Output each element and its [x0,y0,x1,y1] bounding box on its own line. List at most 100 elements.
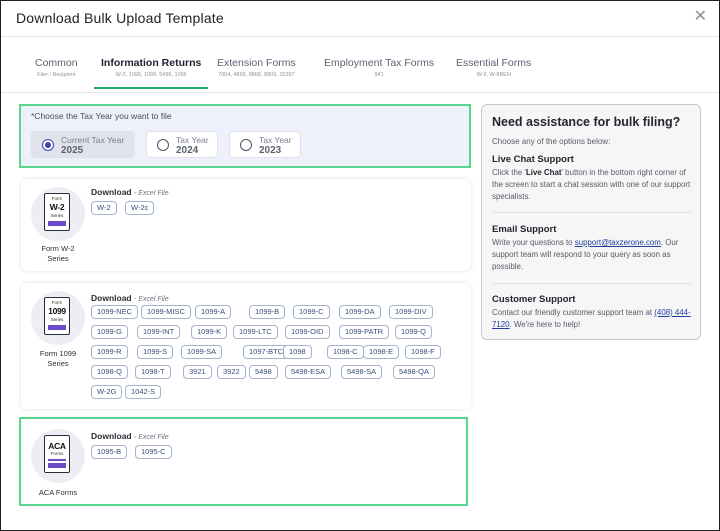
tax-year-option-title: Current Tax Year [61,135,125,145]
form-chip[interactable]: 1099-DA [339,305,381,319]
form-chip[interactable]: 1099-R [91,345,128,359]
file-type-text: - Excel File [133,190,169,197]
customer-support-text: Contact our friendly customer support te… [492,307,696,331]
close-icon[interactable]: ✕ [694,9,707,25]
form-chip[interactable]: 5498-ESA [285,365,332,379]
tax-year-option-year: 2023 [259,145,282,156]
assistance-title: Need assistance for bulk filing? [492,115,681,129]
form-chip[interactable]: 1099-B [249,305,286,319]
icon-text: Series [50,317,64,322]
assistance-subtitle: Choose any of the options below: [492,137,611,146]
form-chip[interactable]: 1098-Q [91,365,129,379]
tab-sublabel: Filer / Recipient [37,72,76,78]
form-chip[interactable]: 1099-S [137,345,174,359]
radio-icon[interactable] [157,139,169,151]
tab-sublabel: W-2, 1099, 1098, 5498, 1095 [115,72,187,78]
tax-year-option-title: Tax Year [176,135,209,145]
document-icon: Form 1099 Series [44,297,70,335]
tax-year-option-title: Tax Year [259,135,292,145]
tax-year-option-2023[interactable]: Tax Year 2023 [229,131,301,158]
form-chip[interactable]: 1099-DIV [389,305,433,319]
text: . We're here to help! [509,320,581,329]
download-label: Download - Excel File [91,293,169,303]
text: Write your questions to [492,238,573,247]
form-chip[interactable]: 5498 [249,365,278,379]
form-chip[interactable]: 1099-G [91,325,129,339]
email-link[interactable]: support@taxzerone.com [575,238,661,247]
form-chip[interactable]: 5498-SA [341,365,383,379]
form-name-line: Form 1099 [39,349,77,358]
tab-label: Common [35,57,78,69]
form-1099-card: Form 1099 Series Form 1099 Series Downlo… [21,283,471,409]
form-chip[interactable]: 1098 [283,345,312,359]
tax-year-option-year: 2024 [176,145,199,156]
form-chip[interactable]: 1099-SA [181,345,223,359]
form-chip[interactable]: W-2 [91,201,117,215]
form-name: Form 1099 Series [23,349,93,369]
tab-essential-forms[interactable]: Essential Forms W-9, W-8BEN [456,57,531,78]
modal-title: Download Bulk Upload Template [16,10,224,26]
assistance-panel: Need assistance for bulk filing? Choose … [481,104,701,340]
form-chip[interactable]: 1042-S [125,385,162,399]
form-chip[interactable]: W-2c [125,201,155,215]
radio-selected-icon[interactable] [42,139,54,151]
tab-sublabel: W-9, W-8BEN [476,72,511,78]
form-name-line: Series [47,359,69,368]
form-w2-card: Form W-2 Series Form W-2 Series Download… [21,179,471,271]
text: Click the ' [492,168,526,177]
form-chip[interactable]: 1098-F [405,345,441,359]
form-chip[interactable]: 3921 [183,365,212,379]
aca-highlight [19,417,468,506]
icon-text: Series [50,213,64,218]
download-text: Download [91,293,132,303]
form-chip[interactable]: 3922 [217,365,246,379]
email-text: Write your questions to support@taxzeron… [492,237,696,273]
tab-label: Employment Tax Forms [324,57,435,69]
tab-extension-forms[interactable]: Extension Forms 7004, 4868, 8868, 8809, … [217,57,296,78]
form-chip[interactable]: 1099-NEC [91,305,139,319]
tab-label: Information Returns [101,57,202,69]
form-w2-icon: Form W-2 Series [31,187,85,241]
icon-text: 1099 [48,306,66,316]
icon-text: Form [51,300,63,305]
tab-label: Essential Forms [456,57,532,69]
icon-bar [48,221,66,226]
form-chip[interactable]: W-2G [91,385,123,399]
form-category-tabs: Common Filer / Recipient Information Ret… [1,37,719,93]
tab-common[interactable]: Common Filer / Recipient [35,57,78,78]
radio-icon[interactable] [240,139,252,151]
form-chip[interactable]: 1099-A [195,305,232,319]
form-chip[interactable]: 1099-MISC [141,305,191,319]
live-chat-heading: Live Chat Support [492,154,574,165]
icon-text: W-2 [49,202,65,212]
tax-year-option-2025[interactable]: Current Tax Year 2025 [31,131,135,158]
form-chip[interactable]: 1099-LTC [233,325,278,339]
tax-year-panel: *Choose the Tax Year you want to file Cu… [19,104,471,168]
tab-information-returns[interactable]: Information Returns W-2, 1099, 1098, 549… [93,57,209,89]
form-chip[interactable]: 1099-INT [137,325,181,339]
tab-sublabel: 7004, 4868, 8868, 8809, 15397 [218,72,295,78]
tax-year-option-year: 2025 [61,145,84,156]
form-chip[interactable]: 1098-C [327,345,364,359]
tax-year-option-2024[interactable]: Tax Year 2024 [146,131,218,158]
live-chat-text: Click the 'Live Chat' button in the bott… [492,167,696,203]
document-icon: Form W-2 Series [44,193,70,231]
text: Contact our friendly customer support te… [492,308,653,317]
tab-sublabel: 941 [374,72,384,78]
file-type-text: - Excel File [133,296,169,303]
form-chip[interactable]: 1098-E [363,345,400,359]
form-chip[interactable]: 1099-PATR [339,325,390,339]
form-name-line: Form W-2 [41,244,75,253]
tab-employment-tax-forms[interactable]: Employment Tax Forms 941 [324,57,434,78]
form-chip[interactable]: 1098-T [135,365,171,379]
form-chip[interactable]: 1099-Q [395,325,433,339]
form-name-line: Series [47,254,69,263]
form-chip[interactable]: 1099-C [293,305,330,319]
form-chip[interactable]: 1099-K [191,325,228,339]
form-chip[interactable]: 5498-QA [393,365,436,379]
icon-text: Form [51,196,63,201]
icon-bar [48,325,66,330]
divider [492,212,692,213]
email-heading: Email Support [492,224,557,235]
form-chip[interactable]: 1099-OID [285,325,330,339]
